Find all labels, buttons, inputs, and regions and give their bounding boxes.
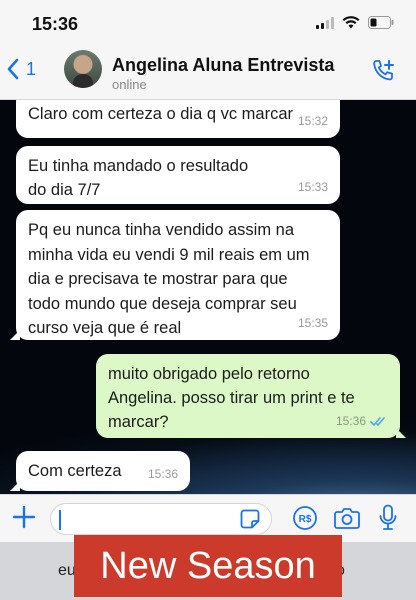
call-add-icon (373, 60, 394, 81)
call-add-button[interactable] (370, 58, 396, 89)
message-bubble-2[interactable]: Eu tinha mandado o resultado do dia 7/7 … (16, 146, 340, 204)
sticker-button[interactable] (240, 509, 260, 534)
read-ticks-icon (370, 416, 385, 426)
message-time: 15:33 (297, 180, 328, 194)
new-season-banner: New Season (74, 535, 342, 597)
plus-icon (12, 505, 36, 529)
status-icons (316, 16, 394, 29)
back-chevron-icon (7, 58, 19, 80)
chat-header: 1 Angelina Aluna Entrevista online (0, 44, 416, 100)
battery-icon (368, 16, 394, 29)
contact-name[interactable]: Angelina Aluna Entrevista (112, 55, 334, 76)
message-text: Eu tinha mandado o resultado do dia 7/7 (28, 157, 249, 199)
chat-area[interactable]: Claro com certeza o dia q vc marcar 15:3… (0, 100, 416, 494)
status-bar: 15:36 (0, 0, 416, 44)
wifi-icon (342, 16, 360, 29)
message-bubble-3[interactable]: Pq eu nunca tinha vendido assim na minha… (10, 210, 340, 340)
back-button[interactable]: 1 (6, 58, 36, 80)
status-time: 15:36 (32, 14, 79, 34)
message-time: 15:35 (297, 316, 328, 330)
message-meta: 15:36 (336, 409, 388, 433)
avatar[interactable] (64, 50, 102, 88)
camera-button[interactable] (334, 507, 360, 534)
message-input[interactable] (50, 503, 272, 535)
message-text: Pq eu nunca tinha vendido assim na minha… (28, 221, 310, 337)
svg-text:R$: R$ (299, 514, 312, 525)
sticker-icon (240, 509, 260, 529)
message-time: 15:36 (147, 467, 178, 481)
contact-status: online (112, 77, 147, 92)
message-time: 15:36 (335, 414, 366, 428)
text-caret (59, 510, 61, 530)
mic-icon (379, 504, 397, 530)
message-time: 15:32 (297, 114, 328, 128)
mic-button[interactable] (378, 504, 398, 537)
message-bubble-5[interactable]: Com certeza 15:36 (10, 451, 190, 491)
message-bubble-4[interactable]: muito obrigado pelo retorno Angelina. po… (96, 354, 406, 438)
back-count: 1 (26, 58, 37, 79)
signal-icon (316, 16, 334, 29)
camera-icon (334, 508, 360, 529)
message-text: Claro com certeza o dia q vc marcar (28, 105, 294, 123)
pay-button[interactable]: R$ (292, 505, 318, 536)
message-bubble-1[interactable]: Claro com certeza o dia q vc marcar 15:3… (16, 100, 340, 138)
pay-icon: R$ (293, 506, 317, 530)
attach-button[interactable] (12, 505, 36, 534)
